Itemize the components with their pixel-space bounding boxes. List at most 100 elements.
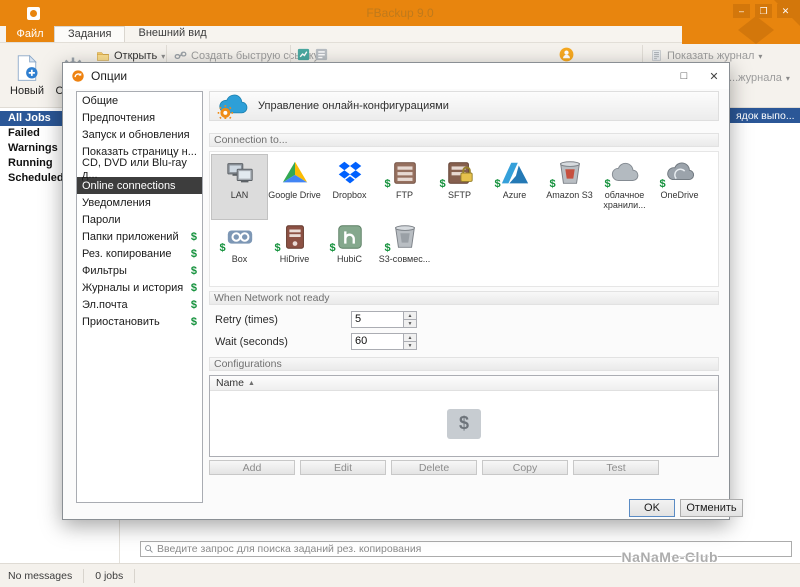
category-label: Фильтры (82, 264, 127, 277)
section-network-not-ready: When Network not ready (209, 291, 719, 305)
sort-ascending-icon: ▲ (248, 379, 255, 387)
connection-azure[interactable]: $ Azure (487, 155, 542, 219)
file-menu-button[interactable]: Файл (6, 26, 54, 42)
connection-s3-compatible[interactable]: $ S3-совмес... (377, 219, 432, 283)
cancel-button[interactable]: Отменить (680, 499, 743, 517)
options-category-filters[interactable]: Фильтры $ (77, 262, 202, 279)
retry-field: Retry (times) 5 (215, 311, 417, 328)
connection-cloud-storage[interactable]: $ облачное хранили... (597, 155, 652, 219)
section-configurations: Configurations (209, 357, 719, 371)
options-category-backup[interactable]: Рез. копирование $ (77, 245, 202, 262)
status-jobs-count: 0 jobs (95, 569, 124, 582)
pro-dollar-icon: $ (329, 242, 336, 254)
connection-box[interactable]: $ Box (212, 219, 267, 283)
dialog-titlebar[interactable]: Опции (63, 63, 729, 89)
connection-hidrive[interactable]: $ HiDrive (267, 219, 322, 283)
panel-header-label: Управление онлайн-конфигурациями (258, 100, 449, 112)
jobs-column-label: ядок выпо... (736, 110, 795, 122)
connection-google-drive[interactable]: Google Drive (267, 155, 322, 219)
options-category-cd-dvd-bluray[interactable]: CD, DVD или Blu-ray д... (77, 157, 202, 181)
status-messages: No messages (8, 569, 73, 582)
ftp-icon: $ (385, 158, 421, 190)
wait-value[interactable]: 60 (352, 334, 403, 349)
online-connections-panel: Управление онлайн-конфигурациями Connect… (209, 91, 719, 503)
connection-amazon-s3[interactable]: $ Amazon S3 (542, 155, 597, 219)
separator (134, 568, 136, 583)
options-category-general[interactable]: Общие (77, 92, 202, 109)
tab-tasks[interactable]: Задания (54, 26, 126, 42)
spinner-buttons (403, 312, 416, 327)
folder-icon (96, 49, 110, 63)
configurations-column-header[interactable]: Name ▲ (210, 376, 718, 391)
connection-label: FTP (396, 190, 413, 200)
statistics-icon[interactable] (296, 47, 311, 62)
spin-up-icon[interactable] (404, 312, 416, 320)
list-view-icon[interactable] (314, 47, 329, 62)
google-drive-icon (279, 158, 311, 188)
connection-label: HiDrive (279, 254, 310, 264)
options-category-logs-history[interactable]: Журналы и история $ (77, 279, 202, 296)
connection-lan[interactable]: LAN (211, 154, 268, 220)
retry-value[interactable]: 5 (352, 312, 403, 327)
retry-label: Retry (times) (215, 313, 278, 326)
pro-dollar-icon: $ (190, 315, 197, 328)
wait-spinner[interactable]: 60 (351, 333, 417, 350)
category-label: Пароли (82, 213, 121, 226)
new-job-button[interactable]: Новый (4, 45, 50, 105)
retry-spinner[interactable]: 5 (351, 311, 417, 328)
spin-up-icon[interactable] (404, 334, 416, 342)
options-category-suspend[interactable]: Приостановить $ (77, 313, 202, 330)
statusbar: No messages 0 jobs (0, 563, 800, 587)
connection-label: облачное хранили... (603, 190, 646, 210)
dialog-close-button[interactable] (699, 64, 729, 89)
category-label: Эл.почта (82, 298, 128, 311)
connection-onedrive[interactable]: $ OneDrive (652, 155, 707, 219)
menu-row: Файл Задания Внешний вид (0, 26, 800, 43)
support-icon[interactable] (558, 46, 575, 63)
connection-label: Amazon S3 (546, 190, 593, 200)
category-label: Приостановить (82, 315, 160, 328)
spin-down-icon[interactable] (404, 342, 416, 349)
config-test-button[interactable]: Test (573, 460, 659, 475)
window-controls (733, 4, 794, 18)
category-label: Папки приложений (82, 230, 179, 243)
connection-dropbox[interactable]: Dropbox (322, 155, 377, 219)
config-copy-button[interactable]: Copy (482, 460, 568, 475)
connection-sftp[interactable]: $ SFTP (432, 155, 487, 219)
config-delete-button[interactable]: Delete (391, 460, 477, 475)
pro-dollar-icon: $ (384, 178, 391, 190)
options-category-preferences[interactable]: Предпочтения (77, 109, 202, 126)
chevron-down-icon (161, 50, 165, 62)
ok-button[interactable]: OK (629, 499, 675, 517)
minimize-button[interactable] (733, 4, 750, 18)
config-edit-button[interactable]: Edit (300, 460, 386, 475)
options-category-passwords[interactable]: Пароли (77, 211, 202, 228)
separator (83, 568, 85, 583)
config-add-button[interactable]: Add (209, 460, 295, 475)
connection-ftp[interactable]: $ FTP (377, 155, 432, 219)
configurations-list-body[interactable]: $ (210, 391, 718, 456)
tab-view[interactable]: Внешний вид (125, 26, 219, 42)
pro-dollar-icon: $ (190, 230, 197, 243)
connection-hubic[interactable]: $ HubiC (322, 219, 377, 283)
connection-label: Dropbox (332, 190, 367, 200)
options-category-startup-updates[interactable]: Запуск и обновления (77, 126, 202, 143)
open-log-label: ...журнала (729, 71, 782, 84)
connection-label: Azure (502, 190, 527, 200)
category-label: Online connections (82, 179, 176, 192)
close-button[interactable] (777, 4, 794, 18)
dialog-app-icon (71, 69, 85, 83)
dialog-maximize-button[interactable] (669, 64, 699, 89)
box-icon: $ (220, 222, 256, 254)
maximize-button[interactable] (755, 4, 772, 18)
dialog-body: Общие Предпочтения Запуск и обновления Пока… (63, 89, 743, 519)
spin-down-icon[interactable] (404, 320, 416, 327)
pro-dollar-icon: $ (659, 178, 666, 190)
options-category-notifications[interactable]: Уведомления (77, 194, 202, 211)
options-category-email[interactable]: Эл.почта $ (77, 296, 202, 313)
cloud-gear-icon (216, 93, 250, 119)
titlebar: FBackup 9.0 (0, 0, 800, 44)
s3-compatible-icon: $ (385, 222, 421, 254)
options-category-application-folders[interactable]: Папки приложений $ (77, 228, 202, 245)
pro-dollar-icon: $ (190, 264, 197, 277)
